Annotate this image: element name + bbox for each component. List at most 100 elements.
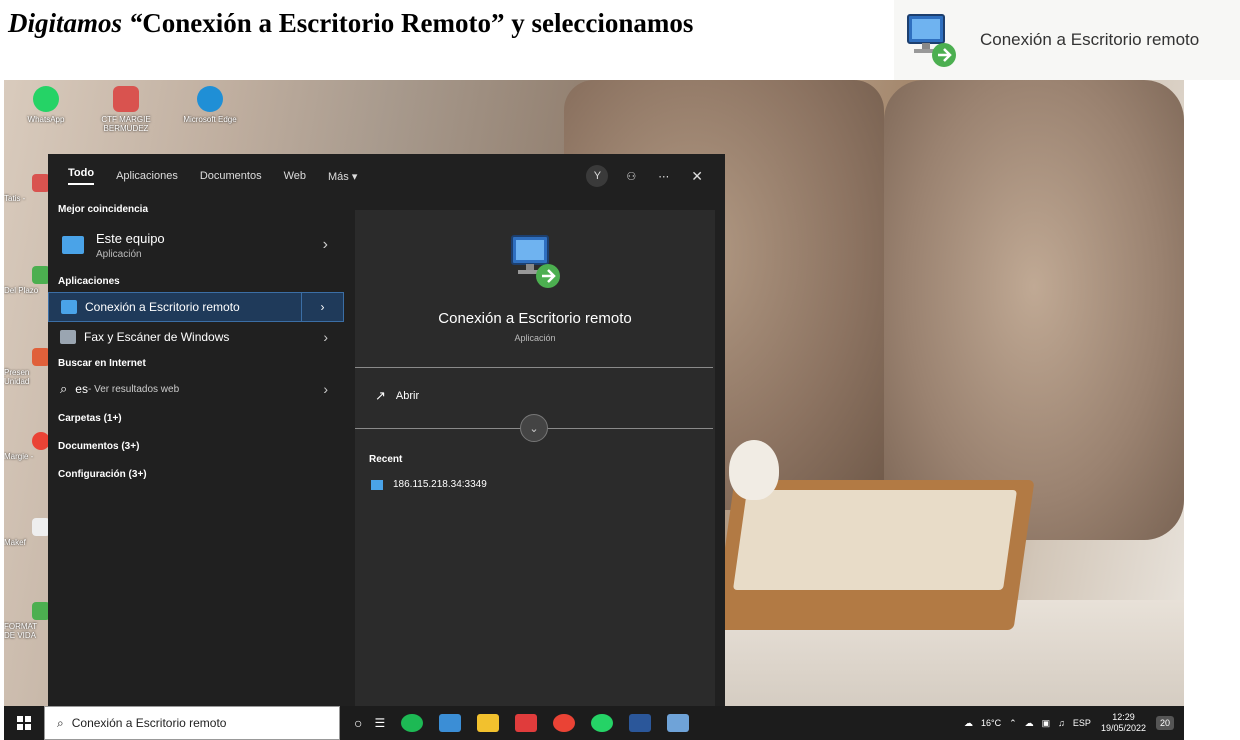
cloud-icon[interactable]: ☁ (1025, 718, 1034, 729)
preview-subtitle: Aplicación (514, 333, 556, 343)
open-icon: ↗ (375, 388, 386, 403)
chevron-right-icon[interactable]: › (301, 293, 343, 321)
desktop-icon-side[interactable]: Tatis - (4, 174, 50, 203)
tab-web[interactable]: Web (284, 170, 306, 182)
file-explorer-icon[interactable] (477, 714, 500, 732)
fax-icon (60, 330, 76, 344)
start-search-panel: Todo Aplicaciones Documentos Web Más ▾ Y… (48, 154, 725, 706)
result-web-search[interactable]: ⌕ es - Ver resultados web › (48, 374, 344, 404)
result-fax-scanner[interactable]: Fax y Escáner de Windows › (48, 322, 344, 352)
whatsapp-icon[interactable] (591, 714, 614, 732)
desktop-icon-side[interactable]: Margie - (4, 432, 50, 461)
search-tabs: Todo Aplicaciones Documentos Web Más ▾ Y… (48, 154, 725, 198)
anydesk-icon[interactable] (515, 714, 538, 732)
desktop-icon-edge[interactable]: Microsoft Edge (180, 86, 240, 124)
store-icon[interactable] (439, 714, 462, 732)
result-subtitle: Aplicación (96, 248, 142, 260)
result-remote-desktop[interactable]: Conexión a Escritorio remoto › (48, 292, 344, 322)
section-best-match: Mejor coincidencia (58, 203, 149, 215)
section-documents[interactable]: Documentos (3+) (48, 432, 344, 460)
feedback-icon[interactable]: ⚇ (626, 170, 636, 183)
clock[interactable]: 12:29 19/05/2022 (1101, 712, 1146, 734)
chevron-right-icon[interactable]: › (323, 236, 328, 254)
search-icon: ⌕ (60, 381, 68, 396)
notifications-badge[interactable]: 20 (1155, 716, 1174, 730)
recent-connection[interactable]: 186.115.218.34:3349 (355, 479, 715, 490)
pdf-icon (113, 86, 139, 112)
search-icon: ⌕ (57, 715, 64, 730)
remote-desktop-icon[interactable] (667, 714, 690, 732)
section-settings[interactable]: Configuración (3+) (48, 460, 344, 488)
whatsapp-icon (33, 86, 59, 112)
remote-desktop-icon (504, 230, 566, 292)
results-list: Mejor coincidencia Este equipo Aplicació… (48, 198, 344, 706)
volume-icon[interactable]: ♫ (1058, 718, 1065, 728)
chevron-up-icon[interactable]: ⌃ (1009, 718, 1017, 729)
web-query: es (75, 382, 88, 396)
language[interactable]: ESP (1073, 718, 1091, 728)
wallpaper-cushion (884, 80, 1184, 540)
web-suffix: - Ver resultados web (87, 383, 180, 395)
tab-todo[interactable]: Todo (68, 167, 95, 185)
desktop-icon-whatsapp[interactable]: WhatsApp (16, 86, 76, 124)
spotify-icon[interactable] (401, 714, 424, 732)
expand-toggle: ⌄ (355, 414, 715, 444)
taskbar: ⌕ Conexión a Escritorio remoto ○ ☰ ☁ 16°… (4, 706, 1184, 740)
tab-documentos[interactable]: Documentos (200, 170, 262, 182)
word-icon[interactable] (629, 714, 652, 732)
desktop-icon-side[interactable]: Del Plazo (4, 266, 50, 295)
tab-mas[interactable]: Más ▾ (328, 170, 357, 183)
desktop-icon-side[interactable]: Presen Unidad (4, 348, 50, 386)
divider (355, 367, 713, 368)
taskbar-search-input[interactable]: ⌕ Conexión a Escritorio remoto (44, 706, 340, 740)
desktop-icon-pdf[interactable]: CTF MARGIE BERMUDEZ (96, 86, 156, 133)
open-action[interactable]: ↗ Abrir (355, 388, 715, 404)
desktop-icon-label: Microsoft Edge (183, 115, 237, 124)
cortana-icon[interactable]: ○ (354, 715, 362, 731)
search-header-actions: Y ⚇ ⋯ ✕ (586, 165, 725, 187)
network-icon[interactable]: ▣ (1042, 718, 1051, 729)
heading-bold: Conexión a Escritorio Remoto” y seleccio… (142, 8, 694, 38)
desktop-icon-label: Tatis - (4, 194, 26, 203)
tab-aplicaciones[interactable]: Aplicaciones (116, 170, 178, 182)
wallpaper-tray-inner (732, 490, 1018, 590)
remote-desktop-icon (61, 300, 77, 314)
computer-icon (62, 236, 84, 254)
chrome-icon[interactable] (553, 714, 576, 732)
close-icon[interactable]: ✕ (691, 168, 703, 185)
avatar[interactable]: Y (586, 165, 609, 187)
preview-title: Conexión a Escritorio remoto (438, 310, 632, 327)
desktop-icon-side[interactable]: FORMAT DE VIDA (4, 602, 50, 640)
wallpaper-bowl (729, 440, 779, 500)
recent-heading: Recent (369, 454, 403, 465)
date: 19/05/2022 (1100, 723, 1146, 733)
result-este-equipo[interactable]: Este equipo Aplicación › (48, 220, 344, 270)
chevron-right-icon[interactable]: › (323, 329, 328, 345)
remote-desktop-icon (900, 9, 962, 71)
search-value: Conexión a Escritorio remoto (71, 716, 227, 730)
task-view-icon[interactable]: ☰ (374, 716, 385, 730)
hint-label: Conexión a Escritorio remoto (980, 30, 1200, 49)
more-options-icon[interactable]: ⋯ (658, 170, 669, 183)
temperature[interactable]: 16°C (981, 718, 1001, 728)
chevron-right-icon[interactable]: › (323, 381, 328, 397)
instruction-heading: Digitamos “Conexión a Escritorio Remoto”… (8, 8, 693, 39)
chevron-down-icon[interactable]: ⌄ (520, 414, 548, 442)
desktop-icon-label: Makef (4, 538, 26, 547)
desktop-icon-label: Presen Unidad (4, 368, 30, 386)
weather-icon[interactable]: ☁ (964, 718, 973, 729)
edge-icon (197, 86, 223, 112)
heading-italic: Digitamos “ (8, 8, 143, 38)
recent-label: 186.115.218.34:3349 (393, 479, 487, 490)
section-apps: Aplicaciones (58, 275, 120, 287)
section-web: Buscar en Internet (58, 357, 146, 369)
start-button[interactable] (4, 716, 44, 730)
desktop-icon-side[interactable]: Makef (4, 518, 50, 547)
desktop-icon-label: Margie - (4, 452, 34, 461)
desktop-icon-label: CTF MARGIE BERMUDEZ (101, 115, 151, 133)
section-folders[interactable]: Carpetas (1+) (48, 404, 344, 432)
desktop-icon-label: Del Plazo (4, 286, 39, 295)
result-label: Conexión a Escritorio remoto (85, 300, 240, 314)
desktop-icon-label: WhatsApp (27, 115, 65, 124)
system-tray: ☁ 16°C ⌃ ☁ ▣ ♫ ESP 12:29 19/05/2022 20 (956, 712, 1184, 734)
